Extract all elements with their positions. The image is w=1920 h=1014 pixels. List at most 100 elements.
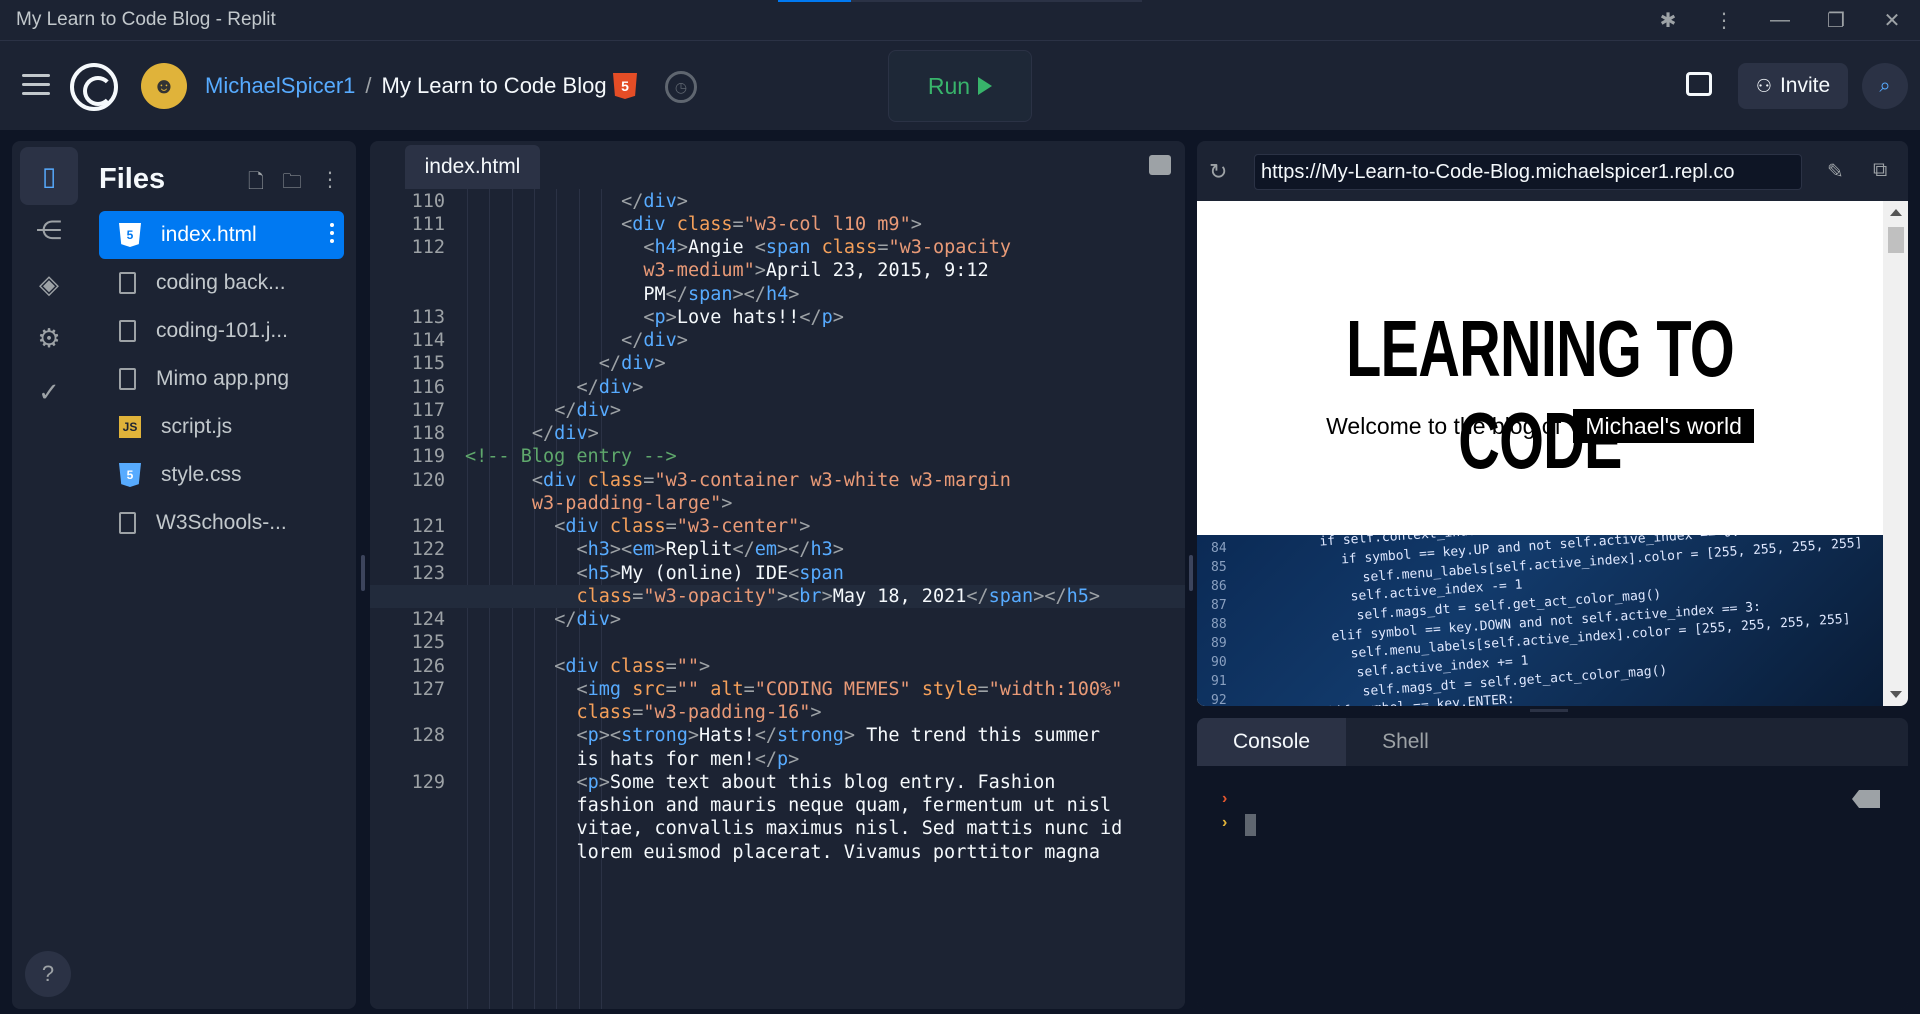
code-line: 122 <h3><em>Replit</em></h3> bbox=[370, 538, 1185, 561]
file-item[interactable]: coding-101.j... bbox=[99, 307, 344, 355]
scroll-thumb[interactable] bbox=[1888, 227, 1904, 253]
code-text: </div> bbox=[554, 609, 622, 630]
packages-button[interactable]: ◈ bbox=[20, 255, 78, 313]
code-text: <p>Some text about this blog entry. Fash… bbox=[576, 771, 1056, 793]
code-line: 120 <div class="w3-container w3-white w3-… bbox=[370, 469, 1185, 492]
line-number: 122 bbox=[411, 539, 445, 561]
extensions-icon[interactable]: ✱ bbox=[1640, 0, 1696, 40]
breadcrumb-project-name[interactable]: My Learn to Code Blog bbox=[382, 73, 607, 99]
line-number: 129 bbox=[411, 771, 445, 793]
file-item[interactable]: coding back... bbox=[99, 259, 344, 307]
code-text: </div> bbox=[621, 330, 688, 351]
file-item-label: index.html bbox=[161, 223, 257, 246]
line-number: 127 bbox=[411, 678, 445, 700]
files-more-icon[interactable]: ⋮ bbox=[320, 167, 340, 201]
code-text: w3-medium">April 23, 2015, 9:12 bbox=[643, 260, 989, 282]
webview-panel: ↻ https://My-Learn-to-Code-Blog.michaels… bbox=[1197, 141, 1908, 706]
checks-button[interactable]: ✓ bbox=[20, 363, 78, 421]
refresh-icon[interactable]: ↻ bbox=[1209, 159, 1227, 185]
replit-logo[interactable] bbox=[70, 63, 118, 111]
code-area[interactable]: 110 </div> 111 <div class="w3-col l10 m9"> 1… bbox=[370, 189, 1185, 1009]
files-panel-title: Files bbox=[99, 163, 166, 195]
code-line: 115 </div> bbox=[370, 352, 1185, 375]
chat-icon[interactable] bbox=[1686, 72, 1712, 96]
file-icon bbox=[119, 320, 136, 342]
settings-button[interactable]: ⚙ bbox=[20, 309, 78, 367]
history-icon[interactable]: ◷ bbox=[665, 71, 697, 103]
search-button[interactable]: ⌕ bbox=[1862, 63, 1908, 109]
sidebar-resize-handle[interactable] bbox=[361, 555, 365, 591]
open-new-tab-icon[interactable]: ⧉ bbox=[1873, 159, 1887, 182]
code-line: 126 <div class=""> bbox=[370, 655, 1185, 678]
help-button[interactable]: ? bbox=[25, 951, 71, 997]
code-text: <div class="w3-center"> bbox=[554, 516, 811, 537]
pane-resize-handle[interactable] bbox=[1530, 709, 1568, 712]
code-line: w3-medium">April 23, 2015, 9:12 bbox=[370, 259, 1185, 282]
code-line: 127 <img src="" alt="CODING MEMES" style=… bbox=[370, 678, 1185, 701]
code-text: class="w3-padding-16"> bbox=[576, 702, 822, 723]
code-line: class="w3-padding-16"> bbox=[370, 701, 1185, 724]
console-output[interactable]: › › bbox=[1197, 766, 1908, 1009]
code-line: PM</span></h4> bbox=[370, 283, 1185, 306]
line-number: 123 bbox=[411, 562, 445, 584]
more-options-icon[interactable]: ⋮ bbox=[1696, 0, 1752, 40]
new-file-icon[interactable]: 🗋 bbox=[248, 167, 264, 201]
webview-scrollbar[interactable] bbox=[1883, 201, 1908, 706]
invite-button[interactable]: ⚇ Invite bbox=[1738, 63, 1848, 109]
file-item[interactable]: 5 index.html bbox=[99, 211, 344, 259]
file-item[interactable]: Mimo app.png bbox=[99, 355, 344, 403]
tab-console[interactable]: Console bbox=[1197, 718, 1347, 766]
clear-console-icon[interactable] bbox=[1852, 790, 1880, 808]
code-text: vitae, convallis maximus nisl. Sed matti… bbox=[576, 818, 1123, 840]
file-item-label: Mimo app.png bbox=[156, 367, 290, 390]
tab-shell[interactable]: Shell bbox=[1346, 718, 1465, 766]
menu-icon[interactable] bbox=[22, 74, 50, 96]
code-line: 119 <!-- Blog entry --> bbox=[370, 445, 1185, 468]
code-text: <p><strong>Hats!</strong> The trend this… bbox=[576, 725, 1101, 747]
code-text: lorem euismod placerat. Vivamus porttito… bbox=[576, 841, 1100, 863]
file-icon bbox=[119, 512, 136, 534]
file-item[interactable]: 5 style.css bbox=[99, 451, 344, 499]
code-line: 118 </div> bbox=[370, 422, 1185, 445]
version-control-button[interactable]: ⋲ bbox=[20, 201, 78, 259]
loading-progress bbox=[778, 0, 1142, 2]
code-line: 117 </div> bbox=[370, 399, 1185, 422]
line-number: 116 bbox=[411, 376, 445, 398]
avatar[interactable]: ☻ bbox=[141, 63, 187, 109]
gear-icon: ⚙ bbox=[37, 322, 61, 353]
edit-url-icon[interactable]: ✎ bbox=[1827, 159, 1844, 184]
files-tool-button[interactable]: ▯ bbox=[20, 147, 78, 205]
scroll-down-arrow[interactable] bbox=[1890, 691, 1902, 698]
file-item[interactable]: W3Schools-... bbox=[99, 499, 344, 547]
scroll-up-arrow[interactable] bbox=[1890, 209, 1902, 216]
line-number: 112 bbox=[411, 237, 445, 258]
run-button[interactable]: Run bbox=[888, 50, 1032, 122]
file-list: 5 index.html coding back... coding-101.j...… bbox=[99, 211, 344, 547]
code-text: <!-- Blog entry --> bbox=[465, 446, 677, 468]
cube-icon: ◈ bbox=[39, 268, 59, 299]
editor-tabs: index.html bbox=[370, 141, 1185, 189]
maximize-button[interactable]: ❐ bbox=[1808, 0, 1864, 40]
line-number: 119 bbox=[411, 446, 445, 468]
blog-heading: LEARNING TO CODE bbox=[1346, 304, 1735, 485]
minimize-button[interactable]: — bbox=[1752, 0, 1808, 40]
code-line: 121 <div class="w3-center"> bbox=[370, 515, 1185, 538]
run-button-label: Run bbox=[927, 72, 971, 99]
app-header: ☻ MichaelSpicer1 / My Learn to Code Blog… bbox=[0, 40, 1920, 130]
file-options-icon[interactable] bbox=[330, 223, 334, 247]
url-field[interactable]: https://My-Learn-to-Code-Blog.michaelspi… bbox=[1254, 154, 1802, 190]
editor-resize-handle[interactable] bbox=[1189, 555, 1193, 591]
file-item[interactable]: JS script.js bbox=[99, 403, 344, 451]
window-titlebar: My Learn to Code Blog - Replit ✱ ⋮ — ❐ ✕ bbox=[0, 0, 1920, 40]
prompt-icon: › bbox=[1222, 814, 1228, 831]
tool-rail: ▯ ⋲ ◈ ⚙ ✓ ? bbox=[12, 141, 86, 1009]
breadcrumb-user-link[interactable]: MichaelSpicer1 bbox=[205, 73, 355, 99]
code-text: <div class="w3-container w3-white w3-mar… bbox=[531, 469, 1011, 491]
close-button[interactable]: ✕ bbox=[1864, 0, 1920, 40]
new-folder-icon[interactable]: 🗀 bbox=[282, 167, 302, 201]
tab-index-html[interactable]: index.html bbox=[405, 145, 540, 189]
code-text: fashion and mauris neque quam, fermentum… bbox=[576, 795, 1112, 816]
code-line: 123 <h5>My (online) IDE<span bbox=[370, 562, 1185, 585]
editor-settings-icon[interactable] bbox=[1149, 155, 1171, 175]
file-icon: ▯ bbox=[41, 160, 57, 191]
